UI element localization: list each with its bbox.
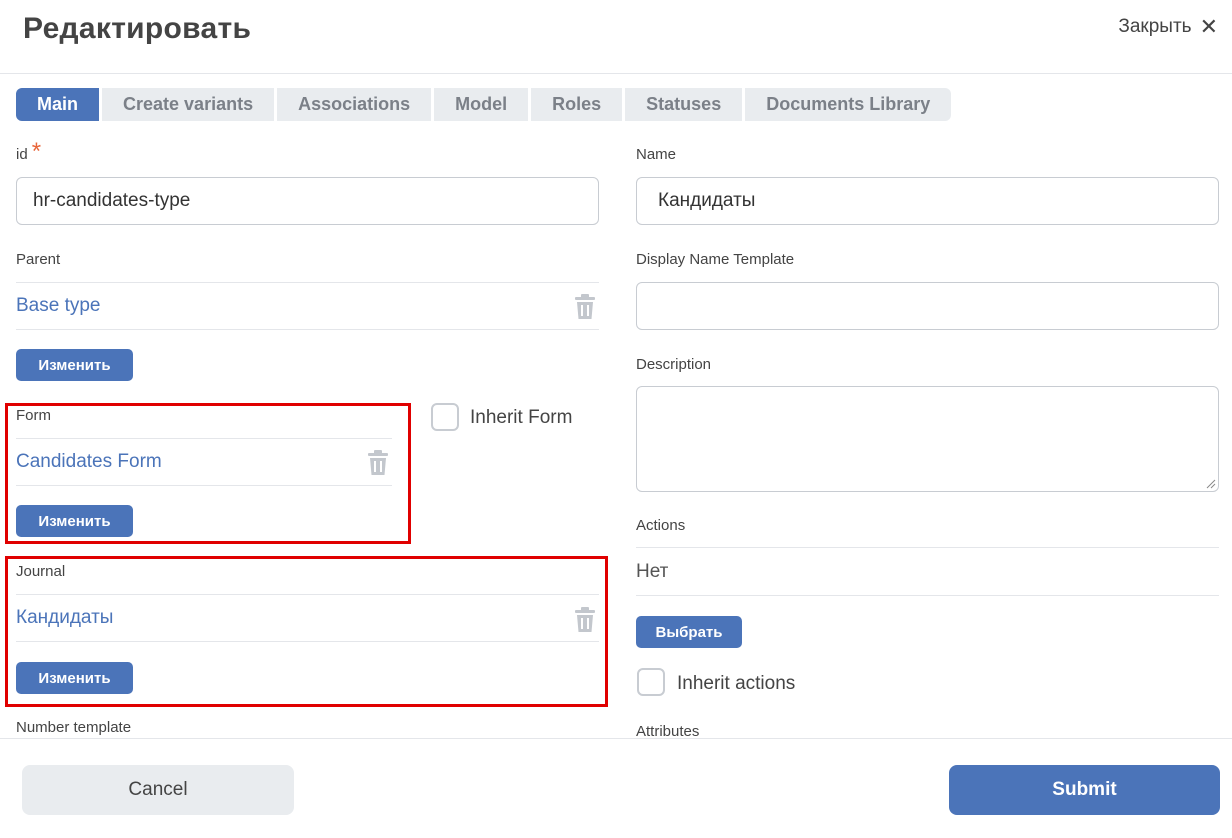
submit-button[interactable]: Submit	[949, 765, 1220, 815]
inherit-form-checkbox[interactable]	[431, 403, 459, 431]
form-label: Form	[16, 407, 51, 424]
journal-value-field: Кандидаты	[16, 594, 599, 642]
actions-divider-bottom	[636, 595, 1219, 596]
name-input-value: Кандидаты	[658, 190, 756, 211]
form-change-button[interactable]: Изменить	[16, 505, 133, 537]
modal-footer: Cancel Submit	[0, 738, 1232, 838]
id-input[interactable]: hr-candidates-type	[16, 177, 599, 225]
display-name-template-label: Display Name Template	[636, 251, 795, 268]
inherit-form-label: Inherit Form	[470, 407, 573, 428]
close-label: Закрыть	[1118, 16, 1192, 37]
actions-divider-top	[636, 547, 1219, 548]
journal-link[interactable]: Кандидаты	[16, 607, 113, 629]
required-mark: *	[31, 138, 42, 165]
parent-value-field: Base type	[16, 282, 599, 330]
parent-link[interactable]: Base type	[16, 295, 101, 317]
close-button[interactable]: Закрыть ✕	[1118, 16, 1218, 38]
journal-change-button[interactable]: Изменить	[16, 662, 133, 694]
journal-label: Journal	[16, 563, 66, 580]
cancel-button[interactable]: Cancel	[22, 765, 294, 815]
tab-associations[interactable]: Associations	[277, 88, 432, 121]
inherit-actions-label: Inherit actions	[677, 673, 796, 694]
form-link[interactable]: Candidates Form	[16, 451, 162, 473]
tab-main[interactable]: Main	[16, 88, 100, 121]
name-label: Name	[636, 146, 677, 163]
description-textarea[interactable]	[636, 386, 1219, 492]
number-template-label: Number template	[16, 719, 132, 736]
tab-model[interactable]: Model	[434, 88, 529, 121]
resize-handle-icon[interactable]	[1206, 479, 1216, 489]
id-label-text: id	[16, 146, 28, 163]
tab-documents-library[interactable]: Documents Library	[745, 88, 952, 121]
form-value-field: Candidates Form	[16, 438, 392, 486]
actions-value: Нет	[636, 561, 669, 582]
journal-trash-icon[interactable]	[574, 607, 596, 633]
name-input[interactable]: Кандидаты	[636, 177, 1219, 225]
actions-label: Actions	[636, 517, 686, 534]
parent-label: Parent	[16, 251, 61, 268]
tab-bar: Main Create variants Associations Model …	[16, 88, 952, 121]
description-label: Description	[636, 356, 712, 373]
parent-change-button[interactable]: Изменить	[16, 349, 133, 381]
actions-select-button[interactable]: Выбрать	[636, 616, 742, 648]
form-trash-icon[interactable]	[367, 450, 389, 476]
page-title: Редактировать	[23, 12, 252, 45]
parent-trash-icon[interactable]	[574, 294, 596, 320]
tab-roles[interactable]: Roles	[531, 88, 623, 121]
modal-header: Редактировать Закрыть ✕	[0, 0, 1232, 74]
id-label: id *	[16, 138, 41, 165]
close-icon: ✕	[1199, 14, 1218, 39]
inherit-actions-checkbox[interactable]	[637, 668, 665, 696]
tab-statuses[interactable]: Statuses	[625, 88, 743, 121]
id-input-value: hr-candidates-type	[33, 190, 191, 211]
display-name-template-input[interactable]	[636, 282, 1219, 330]
tab-create-variants[interactable]: Create variants	[102, 88, 275, 121]
